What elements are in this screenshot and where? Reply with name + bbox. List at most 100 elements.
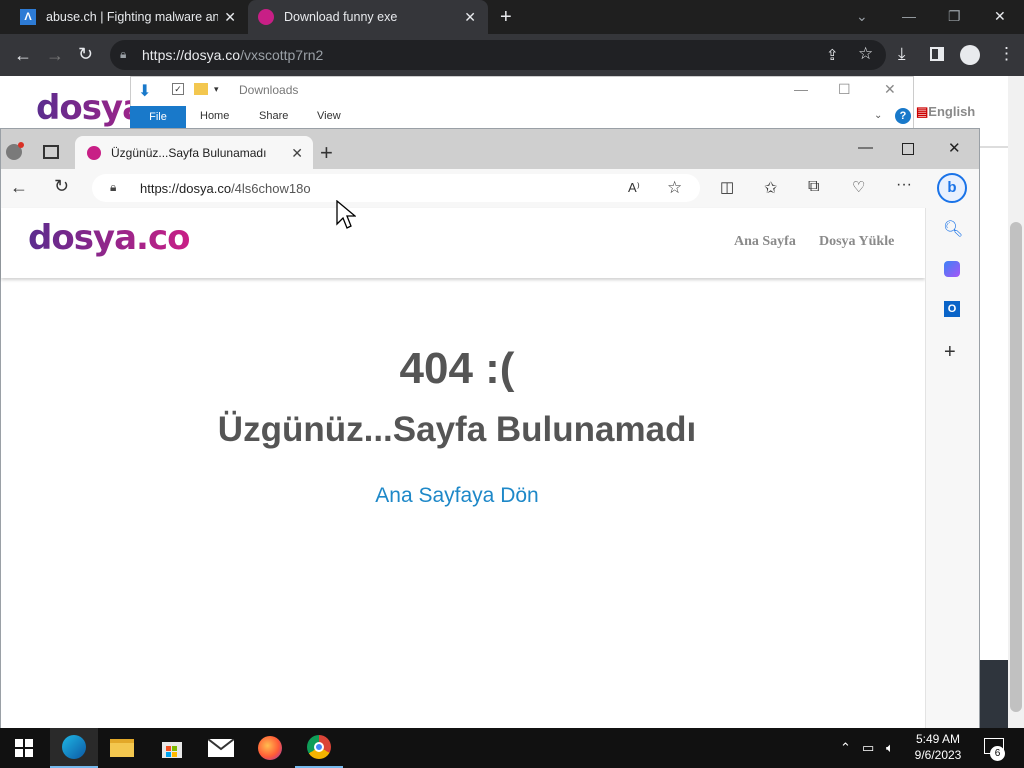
close-icon[interactable]: ✕ — [464, 10, 476, 24]
taskbar-store[interactable] — [148, 728, 196, 768]
show-hidden-icons-icon[interactable]: ⌃ — [840, 740, 851, 756]
taskbar-edge[interactable] — [50, 728, 98, 768]
taskbar-explorer[interactable] — [98, 728, 146, 768]
edge-sidebar — [925, 208, 979, 728]
share-icon[interactable]: ⇪ — [826, 46, 839, 64]
url-host: https://dosya.co — [142, 47, 241, 63]
lock-icon[interactable]: 🔒︎ — [110, 180, 116, 195]
profile-notification-dot — [18, 142, 24, 148]
url-path: /vxscottp7rn2 — [240, 47, 324, 63]
chrome-tab-title: abuse.ch | Fighting malware and — [46, 10, 218, 24]
dosya-favicon-icon — [87, 145, 101, 160]
url-host: https://dosya.co — [140, 181, 232, 196]
nav-link-upload[interactable]: Dosya Yükle — [819, 234, 894, 250]
explorer-title: Downloads — [239, 83, 299, 97]
split-screen-icon[interactable]: ◫ — [720, 178, 734, 196]
new-tab-button[interactable]: + — [320, 140, 333, 166]
volume-muted-icon[interactable]: 🔈︎ — [886, 740, 894, 756]
site-logo[interactable]: dosya.co — [28, 218, 190, 258]
error-code: 404 :( — [399, 344, 515, 393]
download-icon[interactable]: ⤓ — [898, 44, 906, 64]
search-icon[interactable]: 🔍︎ — [943, 219, 963, 239]
back-arrow-icon[interactable]: ← — [14, 45, 32, 66]
edge-url[interactable]: https://dosya.co/4ls6chow18o — [140, 181, 311, 196]
browser-essentials-icon[interactable]: ♡ — [852, 178, 865, 196]
help-icon[interactable]: ? — [895, 108, 911, 124]
taskbar-clock[interactable]: 5:49 AM 9/6/2023 — [906, 731, 970, 763]
minimize-button[interactable]: — — [902, 8, 916, 24]
tab-search-icon[interactable]: ⌄ — [856, 8, 868, 25]
favorite-star-icon[interactable]: ☆ — [667, 178, 682, 198]
abuse-favicon-icon: Λ — [20, 9, 36, 25]
close-icon[interactable]: ✕ — [291, 145, 303, 162]
lock-icon[interactable]: 🔒︎ — [120, 47, 126, 62]
quick-access-dropdown-icon[interactable]: ▾ — [214, 84, 219, 95]
edge-tab-title: Üzgünüz...Sayfa Bulunamadı — [111, 145, 267, 160]
edge-page-content — [1, 208, 925, 728]
forward-arrow-icon[interactable]: → — [46, 45, 64, 66]
language-selector[interactable]: ▤English — [916, 104, 975, 120]
clock-date: 9/6/2023 — [914, 748, 962, 762]
folder-icon — [110, 739, 134, 757]
maximize-button[interactable] — [902, 143, 914, 155]
restore-button[interactable]: ❐ — [948, 8, 961, 25]
reload-icon[interactable]: ↻ — [54, 176, 69, 197]
close-window-button[interactable]: ✕ — [884, 81, 896, 98]
new-tab-button[interactable]: + — [500, 7, 512, 27]
profile-avatar[interactable] — [960, 45, 980, 65]
ribbon-expand-icon[interactable]: ⌄ — [874, 110, 882, 121]
chrome-tab-title: Download funny exe — [284, 10, 398, 24]
edge-icon — [62, 735, 86, 759]
read-aloud-icon[interactable]: A⁾ — [628, 180, 640, 196]
back-arrow-icon[interactable]: ← — [10, 177, 28, 198]
store-icon — [162, 742, 182, 758]
chrome-url[interactable]: https://dosya.co/vxscottp7rn2 — [142, 47, 323, 63]
outlook-icon[interactable]: O — [944, 301, 960, 317]
bing-copilot-icon[interactable]: b — [937, 173, 967, 203]
m365-icon[interactable] — [944, 261, 960, 277]
network-icon[interactable]: ▭ — [862, 740, 874, 756]
bookmark-star-icon[interactable]: ☆ — [858, 44, 873, 64]
nav-link-home[interactable]: Ana Sayfa — [734, 234, 796, 250]
back-page-block — [978, 660, 1008, 728]
settings-more-icon[interactable]: ··· — [896, 176, 912, 194]
ribbon-tab-home[interactable]: Home — [200, 110, 229, 122]
windows-logo-icon — [15, 739, 33, 757]
url-path: /4ls6chow18o — [231, 181, 311, 196]
taskbar-firefox[interactable] — [246, 728, 294, 768]
mail-icon — [208, 739, 234, 757]
close-window-button[interactable]: ✕ — [994, 8, 1006, 25]
properties-icon[interactable]: ✓ — [172, 83, 184, 95]
start-button[interactable] — [0, 728, 48, 768]
chrome-tab-abuse[interactable]: Λ abuse.ch | Fighting malware and ✕ — [8, 0, 248, 34]
ribbon-tab-view[interactable]: View — [317, 110, 341, 122]
close-icon[interactable]: ✕ — [224, 10, 236, 24]
home-link[interactable]: Ana Sayfaya Dön — [0, 484, 914, 508]
side-panel-icon[interactable] — [930, 47, 944, 61]
clock-time: 5:49 AM — [915, 732, 961, 746]
close-window-button[interactable]: ✕ — [948, 139, 961, 157]
collections-icon[interactable]: ⧉ — [808, 178, 819, 196]
chrome-icon — [307, 735, 331, 759]
dosya-favicon-icon — [258, 9, 274, 25]
chrome-menu-icon[interactable]: ⋮ — [998, 44, 1015, 64]
maximize-button[interactable]: ☐ — [838, 81, 851, 98]
minimize-button[interactable]: — — [858, 139, 873, 156]
favorites-icon[interactable]: ✩ — [764, 178, 777, 198]
ribbon-tab-file[interactable]: File — [130, 106, 186, 128]
reload-icon[interactable]: ↻ — [78, 44, 93, 65]
minimize-button[interactable]: — — [794, 81, 808, 97]
taskbar-chrome[interactable] — [295, 728, 343, 768]
add-sidebar-icon[interactable]: + — [944, 341, 956, 364]
edge-tab[interactable]: Üzgünüz...Sayfa Bulunamadı ✕ — [75, 136, 313, 169]
taskbar-mail[interactable] — [197, 728, 245, 768]
chrome-scrollbar-thumb[interactable] — [1010, 222, 1022, 712]
ribbon-tab-share[interactable]: Share — [259, 110, 288, 122]
mouse-cursor-icon — [336, 200, 356, 229]
new-folder-icon[interactable] — [194, 83, 208, 95]
firefox-icon — [258, 736, 282, 760]
chrome-tab-download[interactable]: Download funny exe ✕ — [248, 0, 488, 34]
error-message: Üzgünüz...Sayfa Bulunamadı — [217, 410, 697, 449]
tab-actions-icon[interactable] — [43, 145, 59, 159]
divider — [978, 146, 1008, 148]
